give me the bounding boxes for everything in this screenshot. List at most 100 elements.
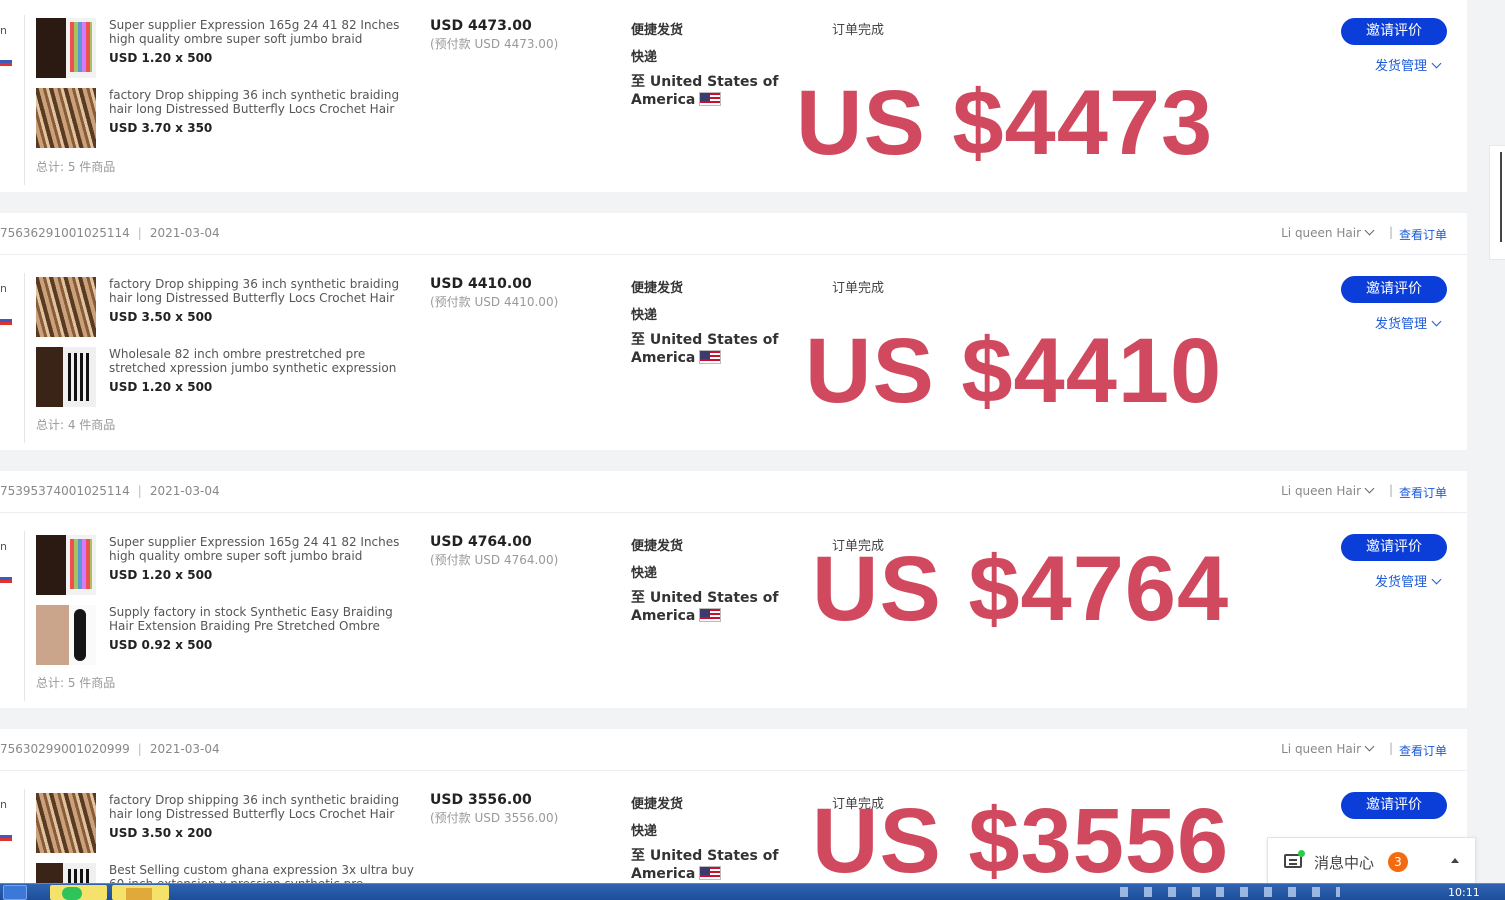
order-card: 75630299001020999 | 2021-03-04 Li queen Ha… xyxy=(0,729,1467,900)
shipping-info: 便捷发货 快递 至 United States of America xyxy=(631,535,781,625)
product-title[interactable]: Supply factory in stock Synthetic Easy B… xyxy=(109,605,419,633)
order-meta: 75636291001025114 | 2021-03-04 xyxy=(0,226,220,240)
system-tray-icons[interactable] xyxy=(1120,887,1340,897)
flag-fragment-icon xyxy=(0,577,12,583)
order-status: 订单完成 xyxy=(832,281,885,296)
view-order-link[interactable]: 查看订单 xyxy=(1399,742,1447,759)
store-dropdown[interactable]: Li queen Hair xyxy=(1281,225,1375,240)
product-price: USD 1.20 x 500 xyxy=(109,380,213,394)
product-thumbnail[interactable] xyxy=(36,605,96,665)
order-number: 75636291001025114 xyxy=(0,226,130,240)
separator: | xyxy=(137,742,142,756)
product-thumbnail[interactable] xyxy=(36,535,96,595)
store-dropdown[interactable]: Li queen Hair xyxy=(1281,741,1375,756)
view-order-link[interactable]: 查看订单 xyxy=(1399,484,1447,501)
line-item[interactable]: Super supplier Expression 165g 24 41 82 … xyxy=(36,18,436,78)
product-price: USD 3.70 x 350 xyxy=(109,121,213,135)
product-thumbnail[interactable] xyxy=(36,347,96,407)
product-title[interactable]: factory Drop shipping 36 inch synthetic … xyxy=(109,793,419,821)
line-item[interactable]: factory Drop shipping 36 inch synthetic … xyxy=(36,88,436,148)
shipping-method: 便捷发货 xyxy=(631,797,684,812)
product-title[interactable]: factory Drop shipping 36 inch synthetic … xyxy=(109,88,419,116)
line-item[interactable]: Super supplier Expression 165g 24 41 82 … xyxy=(36,535,436,595)
shipping-destination: 至 United States of America xyxy=(631,589,781,625)
amount-prepaid: (预付款 USD 4473.00) xyxy=(430,37,559,51)
order-amount: USD 3556.00 (预付款 USD 3556.00) xyxy=(430,792,558,826)
edge-fragment: n xyxy=(0,282,7,295)
invite-review-button[interactable]: 邀请评价 xyxy=(1341,276,1447,303)
shipping-destination: 至 United States of America xyxy=(631,331,781,367)
shipping-management-dropdown[interactable]: 发货管理 xyxy=(1375,55,1442,74)
us-flag-icon xyxy=(699,608,722,622)
separator: | xyxy=(137,226,142,240)
product-thumbnail[interactable] xyxy=(36,88,96,148)
order-meta: 75395374001025114 | 2021-03-04 xyxy=(0,484,220,498)
order-meta: 75630299001020999 | 2021-03-04 xyxy=(0,742,220,756)
shipping-management-dropdown[interactable]: 发货管理 xyxy=(1375,571,1442,590)
side-tab-icon xyxy=(1500,152,1505,242)
shipping-info: 便捷发货 快递 至 United States of America xyxy=(631,19,781,109)
separator: | xyxy=(1388,483,1393,497)
invite-review-button[interactable]: 邀请评价 xyxy=(1341,534,1447,561)
product-title[interactable]: Super supplier Expression 165g 24 41 82 … xyxy=(109,18,419,46)
amount-total: USD 4764.00 xyxy=(430,534,532,550)
start-button-icon[interactable] xyxy=(3,885,27,900)
divider xyxy=(24,15,25,185)
shipping-info: 便捷发货 快递 至 United States of America xyxy=(631,793,781,883)
us-flag-icon xyxy=(699,866,722,880)
invite-review-button[interactable]: 邀请评价 xyxy=(1341,792,1447,819)
line-item[interactable]: factory Drop shipping 36 inch synthetic … xyxy=(36,277,436,337)
line-item[interactable]: factory Drop shipping 36 inch synthetic … xyxy=(36,793,436,853)
order-amount: USD 4473.00 (预付款 USD 4473.00) xyxy=(430,18,558,52)
view-order-link[interactable]: 查看订单 xyxy=(1399,226,1447,243)
product-thumbnail[interactable] xyxy=(36,18,96,78)
total-item-count: 总计: 5 件商品 xyxy=(36,160,116,174)
overlay-amount: US $4764 xyxy=(812,538,1230,640)
store-name: Li queen Hair xyxy=(1281,226,1361,240)
line-item[interactable]: Supply factory in stock Synthetic Easy B… xyxy=(36,605,436,665)
line-item[interactable]: Wholesale 82 inch ombre prestretched pre… xyxy=(36,347,436,407)
amount-prepaid: (预付款 USD 4764.00) xyxy=(430,553,559,567)
order-number: 75395374001025114 xyxy=(0,484,130,498)
separator: | xyxy=(1388,741,1393,755)
product-price: USD 3.50 x 500 xyxy=(109,310,213,324)
overlay-amount: US $3556 xyxy=(812,790,1230,892)
product-title[interactable]: Super supplier Expression 165g 24 41 82 … xyxy=(109,535,419,563)
order-amount: USD 4410.00 (预付款 USD 4410.00) xyxy=(430,276,558,310)
product-thumbnail[interactable] xyxy=(36,793,96,853)
store-dropdown[interactable]: Li queen Hair xyxy=(1281,483,1375,498)
shipping-management-dropdown[interactable]: 发货管理 xyxy=(1375,313,1442,332)
order-header: 75395374001025114 | 2021-03-04 Li queen Ha… xyxy=(0,471,1467,513)
online-dot-icon xyxy=(1298,850,1305,857)
separator: | xyxy=(137,484,142,498)
caret-up-icon[interactable] xyxy=(1451,858,1459,863)
chevron-down-icon xyxy=(1364,225,1375,236)
overlay-amount: US $4473 xyxy=(796,72,1214,174)
side-feedback-tab[interactable] xyxy=(1489,145,1505,260)
product-title[interactable]: factory Drop shipping 36 inch synthetic … xyxy=(109,277,419,305)
order-amount: USD 4764.00 (预付款 USD 4764.00) xyxy=(430,534,558,568)
product-thumbnail[interactable] xyxy=(36,277,96,337)
separator: | xyxy=(1388,225,1393,239)
order-header: 75636291001025114 | 2021-03-04 Li queen Ha… xyxy=(0,213,1467,255)
shipping-info: 便捷发货 快递 至 United States of America xyxy=(631,277,781,367)
overlay-amount: US $4410 xyxy=(805,320,1223,422)
edge-fragment: n xyxy=(0,540,7,553)
order-number: 75630299001020999 xyxy=(0,742,130,756)
invite-review-button[interactable]: 邀请评价 xyxy=(1341,18,1447,45)
chevron-down-icon xyxy=(1431,58,1442,69)
total-item-count: 总计: 5 件商品 xyxy=(36,676,116,690)
folder-taskbar-icon[interactable] xyxy=(112,885,169,900)
shipping-method: 便捷发货 xyxy=(631,281,684,296)
shipping-method: 便捷发货 xyxy=(631,23,684,38)
store-name: Li queen Hair xyxy=(1281,484,1361,498)
order-card: n Super supplier Expression 165g 24 41 8… xyxy=(0,0,1467,192)
edge-fragment: n xyxy=(0,24,7,37)
product-title[interactable]: Wholesale 82 inch ombre prestretched pre… xyxy=(109,347,419,375)
product-price: USD 1.20 x 500 xyxy=(109,51,213,65)
total-item-count: 总计: 4 件商品 xyxy=(36,418,116,432)
os-taskbar: 10:11 xyxy=(0,883,1505,900)
wechat-taskbar-icon[interactable] xyxy=(50,885,107,900)
store-name: Li queen Hair xyxy=(1281,742,1361,756)
message-center-widget[interactable]: 消息中心 3 xyxy=(1267,837,1476,884)
